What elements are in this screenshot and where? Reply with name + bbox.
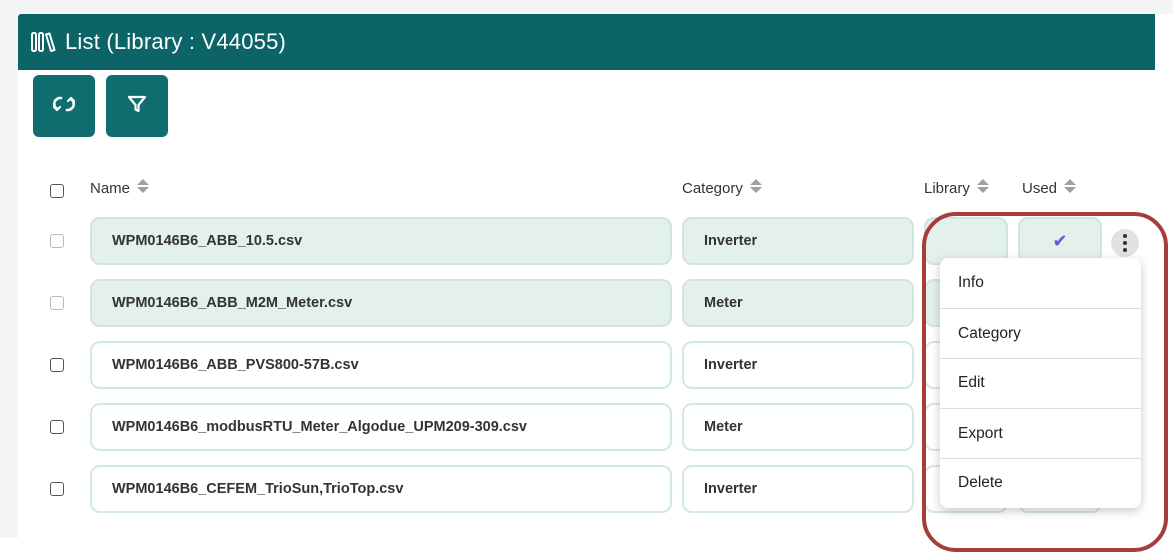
row-name-cell[interactable]: WPM0146B6_modbusRTU_Meter_Algodue_UPM209…	[90, 403, 672, 451]
row-category-cell[interactable]: Inverter	[682, 217, 914, 265]
column-label-category: Category	[682, 179, 743, 197]
row-checkbox[interactable]	[50, 234, 64, 248]
row-more-options-button[interactable]	[1111, 229, 1139, 257]
row-context-menu: Info Category Edit Export Delete	[940, 258, 1141, 508]
sort-icon[interactable]	[976, 178, 990, 198]
library-books-icon	[31, 31, 59, 53]
panel-header: List (Library : V44055)	[18, 14, 1155, 70]
menu-item-delete[interactable]: Delete	[940, 458, 1141, 508]
refresh-link-button[interactable]	[33, 75, 95, 137]
left-strip	[0, 0, 18, 538]
row-name-cell[interactable]: WPM0146B6_ABB_10.5.csv	[90, 217, 672, 265]
column-header-name[interactable]: Name	[90, 178, 150, 198]
sort-icon[interactable]	[136, 178, 150, 198]
filter-button[interactable]	[106, 75, 168, 137]
sort-icon[interactable]	[749, 178, 763, 198]
column-label-name: Name	[90, 179, 131, 197]
row-category-cell[interactable]: Meter	[682, 279, 914, 327]
row-category-cell[interactable]: Inverter	[682, 341, 914, 389]
column-header-category[interactable]: Category	[682, 178, 763, 198]
top-strip	[0, 0, 1173, 14]
page-title: List (Library : V44055)	[65, 29, 287, 54]
refresh-link-icon	[51, 94, 77, 119]
row-name-cell[interactable]: WPM0146B6_ABB_PVS800-57B.csv	[90, 341, 672, 389]
row-checkbox[interactable]	[50, 358, 64, 372]
row-name-cell[interactable]: WPM0146B6_CEFEM_TrioSun,TrioTop.csv	[90, 465, 672, 513]
row-category-cell[interactable]: Inverter	[682, 465, 914, 513]
row-checkbox[interactable]	[50, 296, 64, 310]
column-header-used[interactable]: Used	[1022, 178, 1077, 198]
filter-icon	[126, 93, 148, 120]
sort-icon[interactable]	[1063, 178, 1077, 198]
menu-item-edit[interactable]: Edit	[940, 358, 1141, 408]
column-label-library: Library	[924, 179, 970, 197]
column-header-library[interactable]: Library	[924, 178, 990, 198]
row-checkbox[interactable]	[50, 420, 64, 434]
row-category-cell[interactable]: Meter	[682, 403, 914, 451]
menu-item-export[interactable]: Export	[940, 409, 1141, 459]
menu-item-category[interactable]: Category	[940, 309, 1141, 359]
menu-item-info[interactable]: Info	[940, 258, 1141, 308]
row-name-cell[interactable]: WPM0146B6_ABB_M2M_Meter.csv	[90, 279, 672, 327]
column-label-used: Used	[1022, 179, 1058, 197]
row-checkbox[interactable]	[50, 482, 64, 496]
select-all-checkbox[interactable]	[50, 184, 64, 198]
